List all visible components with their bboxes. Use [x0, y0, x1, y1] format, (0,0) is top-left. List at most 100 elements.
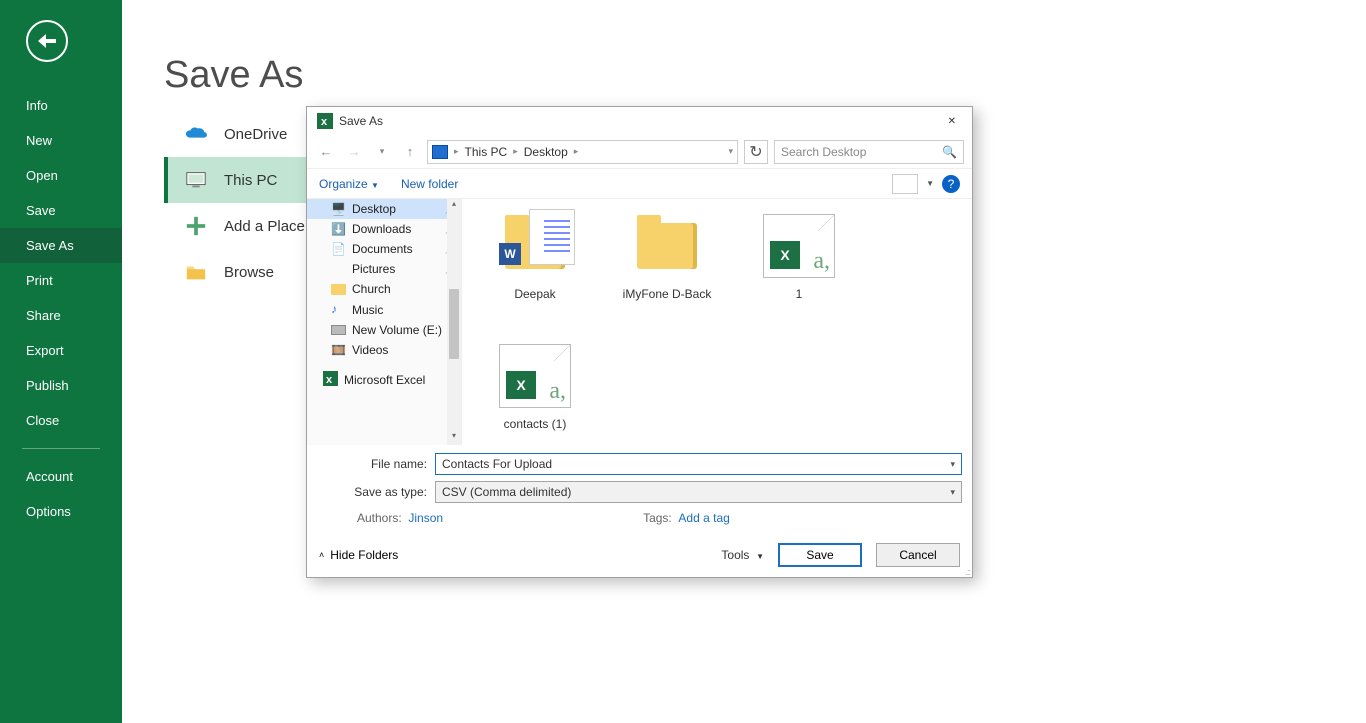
save-type-select[interactable]: CSV (Comma delimited)▾	[435, 481, 962, 503]
tags-label: Tags:	[643, 511, 672, 525]
menu-options[interactable]: Options	[0, 494, 122, 529]
breadcrumb-desktop[interactable]: Desktop	[524, 145, 568, 159]
page-title: Save As	[164, 54, 1366, 97]
tree-item-downloads[interactable]: ⬇️Downloads📌	[307, 219, 461, 239]
nav-up-button[interactable]: ↑	[399, 141, 421, 163]
search-input[interactable]: Search Desktop 🔍	[774, 140, 964, 164]
tree-item-pictures[interactable]: Pictures📌	[307, 259, 461, 279]
tree-item-videos[interactable]: 🎞️Videos	[307, 340, 461, 360]
help-button[interactable]: ?	[942, 175, 960, 193]
excel-icon: x	[323, 371, 338, 389]
menu-print[interactable]: Print	[0, 263, 122, 298]
search-icon: 🔍	[942, 145, 957, 159]
add-place-icon	[184, 215, 208, 237]
chevron-up-icon: ˄	[319, 550, 324, 560]
dialog-toolbar: Organize ▼ New folder ▼ ?	[307, 169, 972, 199]
backstage-sidebar: Info New Open Save Save As Print Share E…	[0, 0, 122, 723]
save-button[interactable]: Save	[778, 543, 862, 567]
dropdown-icon[interactable]: ▾	[950, 487, 955, 498]
tree-item-music[interactable]: Music	[307, 299, 461, 320]
menu-save-as[interactable]: Save As	[0, 228, 122, 263]
new-folder-button[interactable]: New folder	[401, 177, 458, 191]
tree-item-desktop[interactable]: 🖥️Desktop📌	[307, 199, 461, 219]
hide-folders-toggle[interactable]: ˄ Hide Folders	[319, 548, 398, 562]
menu-close[interactable]: Close	[0, 403, 122, 438]
breadcrumb-dropdown-icon[interactable]: ▾	[728, 146, 733, 157]
location-onedrive-label: OneDrive	[224, 126, 287, 143]
filename-input[interactable]: Contacts For Upload▾	[435, 453, 962, 475]
file-item-1[interactable]: Xa, 1	[746, 211, 852, 301]
location-add-place-label: Add a Place	[224, 218, 305, 235]
documents-icon: 📄	[331, 242, 346, 256]
menu-publish[interactable]: Publish	[0, 368, 122, 403]
breadcrumb-bar[interactable]: ▸ This PC ▸ Desktop ▸ ▾	[427, 140, 738, 164]
dialog-form: File name: Contacts For Upload▾ Save as …	[307, 445, 972, 533]
scroll-up-icon[interactable]: ▴	[447, 199, 461, 213]
location-browse-label: Browse	[224, 264, 274, 281]
file-item-contacts1[interactable]: Xa, contacts (1)	[482, 341, 588, 431]
tree-item-documents[interactable]: 📄Documents📌	[307, 239, 461, 259]
folder-word-icon: W	[505, 223, 565, 269]
music-icon	[331, 302, 346, 317]
resize-grip-icon[interactable]: .::	[965, 567, 970, 577]
back-button[interactable]	[26, 20, 68, 62]
chevron-right-icon: ▸	[513, 146, 518, 157]
organize-menu[interactable]: Organize ▼	[319, 177, 379, 191]
dropdown-icon[interactable]: ▾	[950, 459, 955, 470]
dialog-close-button[interactable]: ✕	[942, 112, 962, 131]
tree-item-church[interactable]: Church	[307, 279, 461, 299]
cancel-button[interactable]: Cancel	[876, 543, 960, 567]
file-label: Deepak	[482, 287, 588, 301]
file-label: 1	[746, 287, 852, 301]
menu-export[interactable]: Export	[0, 333, 122, 368]
file-label: contacts (1)	[482, 417, 588, 431]
tags-value[interactable]: Add a tag	[678, 511, 729, 525]
breadcrumb-drive-icon	[432, 145, 448, 159]
authors-value[interactable]: Jinson	[408, 511, 443, 525]
tools-menu[interactable]: Tools ▼	[721, 548, 764, 562]
save-type-label: Save as type:	[317, 485, 427, 499]
breadcrumb-this-pc[interactable]: This PC	[465, 145, 508, 159]
dialog-nav: ← → ▾ ↑ ▸ This PC ▸ Desktop ▸ ▾ ↻ Search…	[307, 135, 972, 169]
location-this-pc-label: This PC	[224, 172, 277, 189]
file-item-imyfone[interactable]: iMyFone D-Back	[614, 211, 720, 301]
tree-scrollbar[interactable]: ▴ ▾	[447, 199, 461, 445]
filename-label: File name:	[317, 457, 427, 471]
onedrive-icon	[184, 123, 208, 145]
tree-item-new-volume[interactable]: New Volume (E:)	[307, 320, 461, 340]
nav-forward-button[interactable]: →	[343, 141, 365, 163]
dialog-titlebar: x Save As ✕	[307, 107, 972, 135]
authors-label: Authors:	[357, 511, 402, 525]
scroll-down-icon[interactable]: ▾	[447, 431, 461, 445]
menu-new[interactable]: New	[0, 123, 122, 158]
menu-share[interactable]: Share	[0, 298, 122, 333]
chevron-right-icon: ▸	[454, 146, 459, 157]
download-icon: ⬇️	[331, 222, 346, 236]
file-label: iMyFone D-Back	[614, 287, 720, 301]
svg-text:x: x	[326, 374, 333, 386]
folder-tree: 🖥️Desktop📌 ⬇️Downloads📌 📄Documents📌 Pict…	[307, 199, 462, 445]
svg-text:x: x	[321, 116, 328, 128]
menu-save[interactable]: Save	[0, 193, 122, 228]
this-pc-icon	[184, 169, 208, 191]
browse-folder-icon	[184, 261, 208, 283]
view-mode-picker[interactable]	[892, 174, 918, 194]
desktop-icon: 🖥️	[331, 202, 346, 216]
pictures-icon	[331, 263, 346, 275]
folder-icon	[637, 223, 697, 269]
view-dropdown-icon[interactable]: ▼	[926, 179, 934, 188]
file-pane[interactable]: W Deepak iMyFone D-Back Xa, 1 Xa, contac…	[462, 199, 972, 445]
folder-icon	[331, 284, 346, 295]
tree-item-excel[interactable]: x Microsoft Excel	[307, 368, 461, 392]
file-item-deepak[interactable]: W Deepak	[482, 211, 588, 301]
menu-info[interactable]: Info	[0, 88, 122, 123]
sidebar-divider	[22, 448, 100, 449]
nav-history-dropdown[interactable]: ▾	[371, 141, 393, 163]
scroll-thumb[interactable]	[449, 289, 459, 359]
refresh-button[interactable]: ↻	[744, 140, 768, 164]
nav-back-button[interactable]: ←	[315, 141, 337, 163]
menu-account[interactable]: Account	[0, 459, 122, 494]
menu-open[interactable]: Open	[0, 158, 122, 193]
chevron-right-icon: ▸	[574, 146, 579, 157]
csv-file-icon: Xa,	[763, 214, 835, 278]
